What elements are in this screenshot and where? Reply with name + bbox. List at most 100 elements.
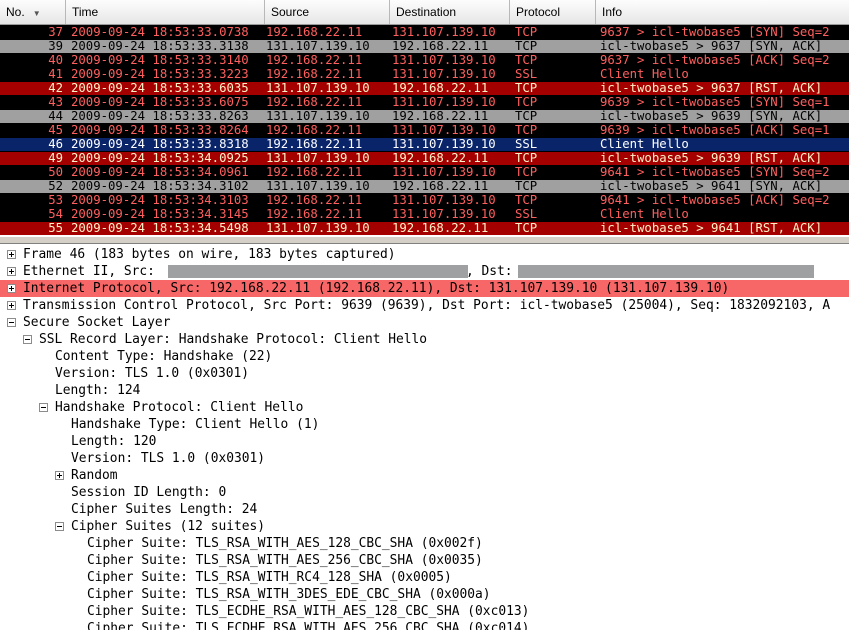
packet-row[interactable]: 54 2009-09-24 18:53:34.3145 192.168.22.11 1… [0,207,849,221]
packet-cell-proto: TCP [515,39,538,53]
expand-icon[interactable] [7,301,16,310]
packet-row[interactable]: 52 2009-09-24 18:53:34.3102 131.107.139.10… [0,179,849,193]
packet-cell-time: 2009-09-24 18:53:34.3102 [71,179,249,193]
packet-cell-time: 2009-09-24 18:53:33.6075 [71,95,249,109]
tree-row-label: Version: TLS 1.0 (0x0301) [71,451,266,466]
sort-descending-icon[interactable]: ▼ [33,9,41,18]
packet-cell-dst: 192.168.22.11 [392,109,489,123]
column-header-info[interactable]: Info [596,0,849,24]
tree-row-label: Cipher Suite: TLS_RSA_WITH_AES_256_CBC_S… [87,553,483,568]
tree-row[interactable]: Cipher Suite: TLS_RSA_WITH_3DES_EDE_CBC_… [0,586,849,603]
tree-row-label: Cipher Suite: TLS_ECDHE_RSA_WITH_AES_256… [87,621,530,630]
packet-cell-time: 2009-09-24 18:53:33.8264 [71,123,249,137]
packet-cell-proto: TCP [515,165,538,179]
packet-detail-pane[interactable]: Frame 46 (183 bytes on wire, 183 bytes c… [0,244,849,630]
packet-cell-src: 192.168.22.11 [266,53,363,67]
tree-row-label: Random [71,468,118,483]
tree-row[interactable]: Handshake Protocol: Client Hello [0,399,849,416]
packet-cell-dst: 131.107.139.10 [392,53,496,67]
column-header-destination-label: Destination [396,5,457,19]
tree-row[interactable]: Cipher Suite: TLS_RSA_WITH_AES_128_CBC_S… [0,535,849,552]
packet-cell-src: 192.168.22.11 [266,137,363,151]
packet-cell-no: 52 [48,179,63,193]
packet-cell-no: 39 [48,39,63,53]
tree-row-label: Cipher Suite: TLS_RSA_WITH_3DES_EDE_CBC_… [87,587,491,602]
packet-row[interactable]: 44 2009-09-24 18:53:33.8263 131.107.139.10… [0,109,849,123]
tree-row[interactable]: Cipher Suites Length: 24 [0,501,849,518]
packet-row[interactable]: 42 2009-09-24 18:53:33.6035 131.107.139.10… [0,81,849,95]
packet-cell-time: 2009-09-24 18:53:34.0961 [71,165,249,179]
collapse-icon[interactable] [7,318,16,327]
column-header-source[interactable]: Source [265,0,390,24]
tree-row-label: Transmission Control Protocol, Src Port:… [23,298,831,313]
expand-icon[interactable] [7,267,16,276]
packet-cell-dst: 192.168.22.11 [392,221,489,235]
tree-row-label: SSL Record Layer: Handshake Protocol: Cl… [39,332,428,347]
tree-row-label: Length: 120 [71,434,157,449]
packet-cell-time: 2009-09-24 18:53:33.8263 [71,109,249,123]
packet-row[interactable]: 46 2009-09-24 18:53:33.8318 192.168.22.11 1… [0,137,849,151]
column-header-destination[interactable]: Destination [390,0,510,24]
packet-cell-src: 131.107.139.10 [266,39,370,53]
collapse-icon[interactable] [23,335,32,344]
tree-row[interactable]: Cipher Suite: TLS_ECDHE_RSA_WITH_AES_256… [0,620,849,630]
packet-row[interactable]: 55 2009-09-24 18:53:34.5498 131.107.139.10… [0,221,849,235]
tree-row[interactable]: Content Type: Handshake (22) [0,348,849,365]
packet-row[interactable]: 37 2009-09-24 18:53:33.0738 192.168.22.11 1… [0,25,849,39]
packet-cell-dst: 192.168.22.11 [392,81,489,95]
packet-cell-proto: TCP [515,179,538,193]
tree-row[interactable]: Random [0,467,849,484]
tree-row[interactable]: SSL Record Layer: Handshake Protocol: Cl… [0,331,849,348]
packet-cell-info: icl-twobase5 > 9639 [SYN, ACK] [600,109,823,123]
tree-row[interactable]: Transmission Control Protocol, Src Port:… [0,297,849,314]
expand-icon[interactable] [7,284,16,293]
pane-splitter[interactable] [0,236,849,244]
packet-cell-info: Client Hello [600,137,689,151]
packet-cell-proto: TCP [515,53,538,67]
tree-row[interactable]: Length: 120 [0,433,849,450]
column-header-protocol[interactable]: Protocol [510,0,596,24]
packet-cell-src: 192.168.22.11 [266,207,363,221]
tree-row[interactable]: Handshake Type: Client Hello (1) [0,416,849,433]
packet-cell-time: 2009-09-24 18:53:34.5498 [71,221,249,235]
tree-row[interactable]: Cipher Suite: TLS_ECDHE_RSA_WITH_AES_128… [0,603,849,620]
packet-cell-dst: 192.168.22.11 [392,39,489,53]
collapse-icon[interactable] [39,403,48,412]
packet-cell-proto: SSL [515,67,538,81]
tree-row[interactable]: Cipher Suite: TLS_RSA_WITH_RC4_128_SHA (… [0,569,849,586]
packet-cell-dst: 192.168.22.11 [392,179,489,193]
packet-row[interactable]: 50 2009-09-24 18:53:34.0961 192.168.22.11 1… [0,165,849,179]
packet-cell-info: 9637 > icl-twobase5 [ACK] Seq=2 [600,53,830,67]
column-header-no[interactable]: No. ▼ [0,0,66,24]
packet-cell-src: 131.107.139.10 [266,81,370,95]
tree-row-label: Version: TLS 1.0 (0x0301) [55,366,250,381]
tree-row[interactable]: Version: TLS 1.0 (0x0301) [0,365,849,382]
packet-cell-proto: TCP [515,81,538,95]
column-header-time[interactable]: Time [66,0,265,24]
packet-cell-no: 46 [48,137,63,151]
packet-list-pane[interactable]: No. ▼ Time Source Destination Protocol In… [0,0,849,236]
tree-row[interactable]: Ethernet II, Src: , Dst: [0,263,849,280]
packet-cell-no: 54 [48,207,63,221]
tree-row[interactable]: Version: TLS 1.0 (0x0301) [0,450,849,467]
expand-icon[interactable] [7,250,16,259]
collapse-icon[interactable] [55,522,64,531]
tree-row[interactable]: Cipher Suites (12 suites) [0,518,849,535]
packet-cell-src: 192.168.22.11 [266,25,363,39]
packet-cell-dst: 131.107.139.10 [392,207,496,221]
packet-row[interactable]: 39 2009-09-24 18:53:33.3138 131.107.139.10… [0,39,849,53]
packet-row[interactable]: 43 2009-09-24 18:53:33.6075 192.168.22.11 1… [0,95,849,109]
packet-row[interactable]: 45 2009-09-24 18:53:33.8264 192.168.22.11 1… [0,123,849,137]
packet-cell-src: 192.168.22.11 [266,123,363,137]
packet-row[interactable]: 53 2009-09-24 18:53:34.3103 192.168.22.11 1… [0,193,849,207]
tree-row[interactable]: Session ID Length: 0 [0,484,849,501]
expand-icon[interactable] [55,471,64,480]
packet-row[interactable]: 40 2009-09-24 18:53:33.3140 192.168.22.11 1… [0,53,849,67]
packet-row[interactable]: 41 2009-09-24 18:53:33.3223 192.168.22.11 1… [0,67,849,81]
packet-row[interactable]: 49 2009-09-24 18:53:34.0925 131.107.139.10… [0,151,849,165]
tree-row[interactable]: Frame 46 (183 bytes on wire, 183 bytes c… [0,246,849,263]
tree-row[interactable]: Internet Protocol, Src: 192.168.22.11 (1… [0,280,849,297]
tree-row[interactable]: Length: 124 [0,382,849,399]
tree-row[interactable]: Cipher Suite: TLS_RSA_WITH_AES_256_CBC_S… [0,552,849,569]
tree-row[interactable]: Secure Socket Layer [0,314,849,331]
